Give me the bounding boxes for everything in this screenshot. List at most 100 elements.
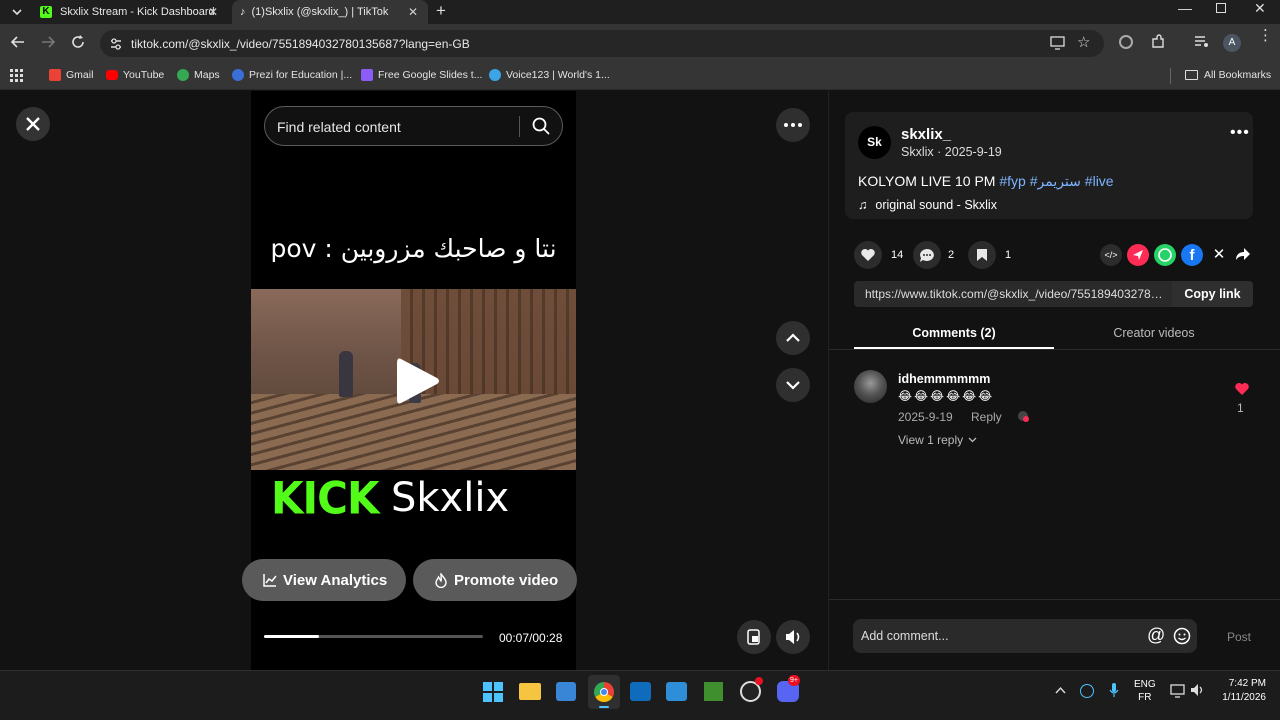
send-to-friends-icon[interactable] — [1127, 244, 1149, 266]
media-controls-icon[interactable] — [1194, 35, 1210, 49]
tab-tiktok[interactable]: ♪ (1)Skxlix (@skxlix_) | TikTok ✕ — [232, 0, 428, 24]
microsoft-store-icon[interactable] — [556, 682, 576, 701]
sound-link[interactable]: ♫ original sound - Skxlix — [858, 198, 997, 212]
sync-icon[interactable] — [1080, 684, 1094, 698]
search-icon[interactable] — [532, 117, 550, 135]
new-tab-button[interactable]: + — [436, 1, 446, 21]
comment-input[interactable]: Add comment... @ — [853, 619, 1197, 653]
url-text: tiktok.com/@skxlix_/video/75518940327801… — [131, 37, 470, 51]
creator-liked-badge — [1018, 411, 1029, 422]
network-icon[interactable] — [1170, 684, 1186, 698]
restore-button[interactable] — [1216, 3, 1226, 13]
share-arrow-icon[interactable] — [1235, 246, 1251, 262]
save-button[interactable]: 1 — [968, 241, 1011, 269]
windows-taskbar: 9+ ENG FR 7:42 PM 1/11/2026 — [0, 670, 1280, 720]
windows-start-icon[interactable] — [483, 682, 503, 702]
discord-icon[interactable]: 9+ — [777, 675, 800, 702]
commenter-avatar[interactable] — [854, 370, 887, 403]
gmail-icon — [49, 69, 61, 81]
close-tab-icon[interactable]: ✕ — [208, 5, 218, 19]
close-video-button[interactable] — [16, 107, 50, 141]
close-window-button[interactable]: ✕ — [1254, 0, 1266, 17]
promote-video-button[interactable]: Promote video — [413, 559, 577, 601]
outlook-icon[interactable] — [630, 682, 651, 701]
play-icon[interactable] — [395, 355, 441, 407]
tab-search-button[interactable] — [8, 4, 26, 20]
chrome-taskbar-icon[interactable] — [588, 675, 620, 709]
volume-button[interactable] — [776, 620, 810, 654]
extension-sync-icon[interactable] — [1119, 35, 1133, 49]
install-app-icon[interactable] — [1050, 36, 1066, 50]
forward-icon[interactable] — [40, 34, 56, 50]
previous-video-button[interactable] — [776, 321, 810, 355]
commenter-username[interactable]: idhemmmmmm — [898, 372, 990, 386]
related-search-input[interactable]: Find related content — [264, 106, 563, 146]
embed-icon[interactable]: </> — [1100, 244, 1122, 266]
emoji-icon[interactable] — [1173, 627, 1191, 645]
chrome-menu-icon[interactable]: ⋮ — [1258, 28, 1273, 43]
tab-kick-dashboard[interactable]: K Skxlix Stream - Kick Dashboard ✕ — [30, 0, 228, 24]
author-username[interactable]: skxlix_ — [901, 126, 951, 143]
bookmark-voice123[interactable]: Voice123 | World's 1... — [489, 69, 610, 81]
post-more-icon[interactable]: ••• — [1230, 124, 1250, 142]
close-tab-icon[interactable]: ✕ — [408, 5, 418, 19]
bookmark-star-icon[interactable]: ☆ — [1077, 33, 1090, 51]
bookmark-label: Prezi for Education |... — [249, 69, 353, 81]
apps-grid-icon[interactable] — [10, 69, 23, 82]
post-comment-button[interactable]: Post — [1227, 630, 1251, 644]
clock[interactable]: 7:42 PM 1/11/2026 — [1214, 677, 1266, 705]
volume-icon[interactable] — [1190, 683, 1206, 697]
copy-link-button[interactable]: Copy link — [1172, 281, 1253, 307]
search-divider — [519, 116, 520, 137]
extensions-icon[interactable] — [1150, 34, 1166, 50]
file-explorer-icon[interactable] — [519, 683, 541, 700]
post-caption: KOLYOM LIVE 10 PM #fyp #ستريمر #live — [858, 173, 1114, 190]
microphone-icon[interactable] — [1109, 682, 1119, 698]
progress-track[interactable] — [264, 635, 483, 638]
minecraft-icon[interactable] — [704, 682, 723, 701]
comment-text: 😂😂😂😂😂😂 — [898, 389, 995, 403]
video-link-field[interactable]: https://www.tiktok.com/@skxlix_/video/75… — [854, 281, 1253, 307]
show-hidden-icons[interactable] — [1055, 686, 1066, 694]
language-indicator[interactable]: ENG FR — [1134, 678, 1156, 704]
tab-creator-videos[interactable]: Creator videos — [1054, 319, 1254, 349]
view-analytics-button[interactable]: View Analytics — [242, 559, 406, 601]
more-options-button[interactable] — [776, 108, 810, 142]
whatsapp-icon[interactable] — [1154, 244, 1176, 266]
back-icon[interactable] — [10, 34, 26, 50]
reply-button[interactable]: Reply — [971, 410, 1002, 424]
video-time: 00:07/00:28 — [499, 631, 563, 645]
bookmark-gmail[interactable]: Gmail — [49, 69, 93, 81]
flame-icon — [434, 572, 448, 588]
photos-icon[interactable] — [666, 682, 687, 701]
obs-icon[interactable] — [740, 677, 763, 702]
mention-icon[interactable]: @ — [1147, 625, 1165, 646]
bookmark-youtube[interactable]: YouTube — [106, 69, 164, 81]
progress-fill — [264, 635, 319, 638]
tab-comments[interactable]: Comments (2) — [854, 319, 1054, 349]
facebook-icon[interactable]: f — [1181, 244, 1203, 266]
bookmarks-divider — [1170, 68, 1171, 84]
bookmark-slides[interactable]: Free Google Slides t... — [361, 69, 482, 81]
comment-bubble-icon — [913, 241, 941, 269]
reload-icon[interactable] — [70, 34, 86, 50]
site-info-icon[interactable] — [109, 37, 123, 51]
view-replies-button[interactable]: View 1 reply — [898, 433, 977, 447]
comment-like-button[interactable] — [1234, 382, 1250, 396]
bookmark-label: Voice123 | World's 1... — [506, 69, 610, 81]
caption-hashtags[interactable]: #fyp #ستريمر #live — [999, 173, 1113, 189]
next-video-button[interactable] — [776, 368, 810, 402]
like-button[interactable]: 14 — [854, 241, 903, 269]
bookmark-prezi[interactable]: Prezi for Education |... — [232, 69, 352, 81]
pip-button[interactable] — [737, 620, 771, 654]
minimize-button[interactable]: — — [1178, 0, 1192, 16]
all-bookmarks-button[interactable]: All Bookmarks — [1185, 69, 1271, 81]
video-frame — [251, 289, 576, 470]
bookmark-maps[interactable]: Maps — [177, 69, 220, 81]
x-twitter-icon[interactable]: ✕ — [1208, 244, 1230, 266]
profile-avatar[interactable]: A — [1223, 34, 1241, 52]
comment-count-button[interactable]: 2 — [913, 241, 954, 269]
tiktok-video-page: نتا و صاحبك مزروبين : pov KICK Skxlix 00… — [0, 91, 1280, 670]
address-bar[interactable]: tiktok.com/@skxlix_/video/75518940327801… — [100, 30, 1104, 57]
author-avatar[interactable]: Sk — [858, 126, 891, 159]
